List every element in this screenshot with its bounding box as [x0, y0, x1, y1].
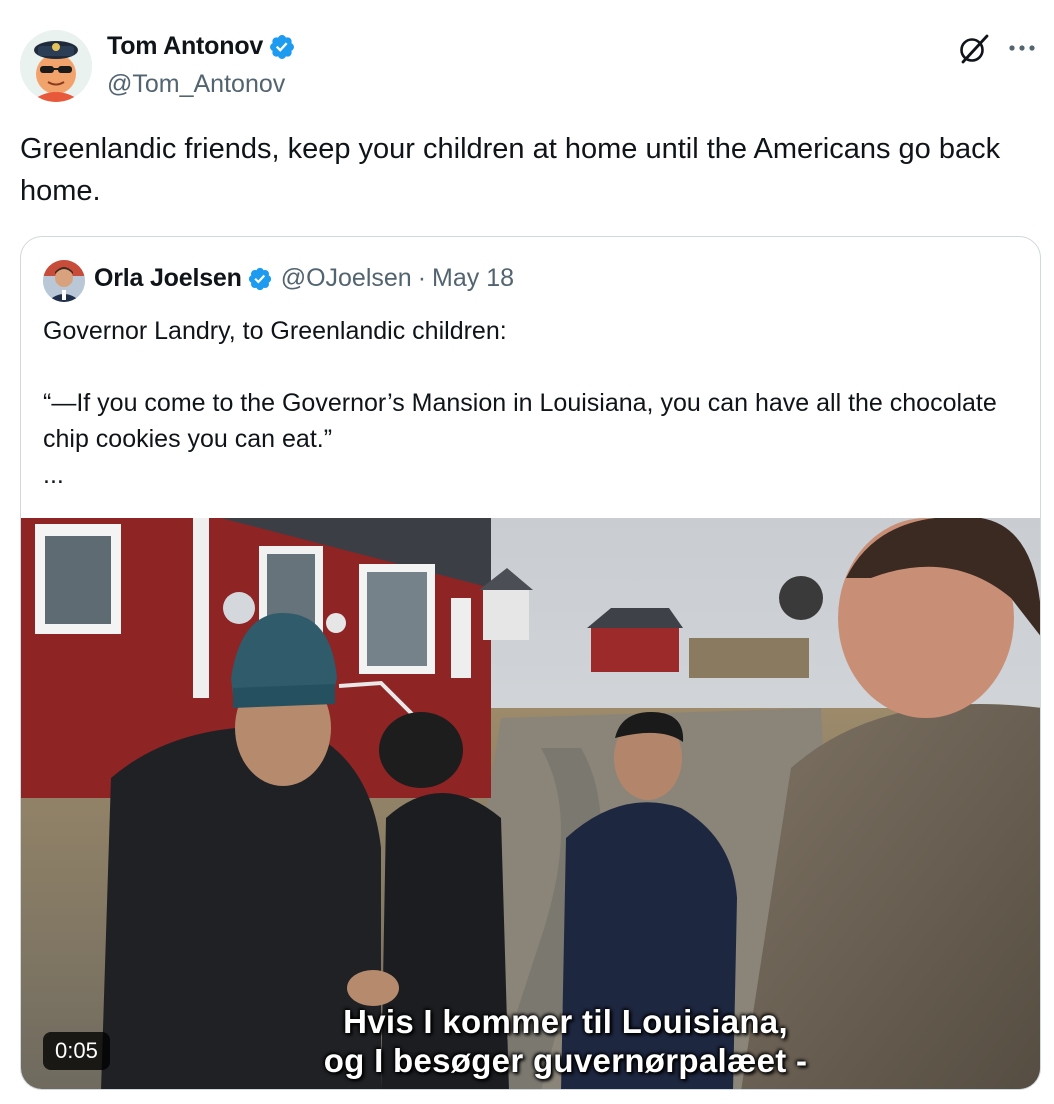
separator-dot: ·	[417, 264, 427, 292]
quoted-display-name[interactable]: Orla Joelsen	[94, 264, 242, 293]
quoted-date[interactable]: May 18	[432, 264, 514, 293]
author-display-name[interactable]: Tom Antonov	[107, 32, 263, 61]
verified-badge-icon	[270, 34, 295, 59]
video-duration-badge: 0:05	[43, 1032, 110, 1070]
author-handle[interactable]: @Tom_Antonov	[107, 70, 285, 99]
quoted-text: Governor Landry, to Greenlandic children…	[43, 317, 997, 489]
video-subtitle-line2: og I besøger guvernørpalæet -	[323, 1042, 808, 1079]
quoted-handle[interactable]: @OJoelsen	[281, 264, 412, 293]
more-icon[interactable]	[1008, 38, 1036, 58]
quoted-author-avatar[interactable]	[43, 260, 85, 302]
verified-badge-icon	[248, 267, 271, 290]
post-text: Greenlandic friends, keep your children …	[20, 133, 1001, 207]
video-player[interactable]: Hvis I kommer til Louisiana, og I besøge…	[21, 518, 1040, 1089]
author-name-row[interactable]: Tom Antonov	[107, 32, 296, 61]
video-subtitle-line1: Hvis I kommer til Louisiana,	[343, 1003, 788, 1040]
author-avatar[interactable]	[20, 30, 92, 102]
quoted-post[interactable]: Orla Joelsen @OJoelsen · May 18 Governor…	[20, 236, 1041, 1090]
grok-icon[interactable]	[957, 32, 991, 66]
quoted-header: Orla Joelsen @OJoelsen · May 18	[94, 264, 514, 293]
